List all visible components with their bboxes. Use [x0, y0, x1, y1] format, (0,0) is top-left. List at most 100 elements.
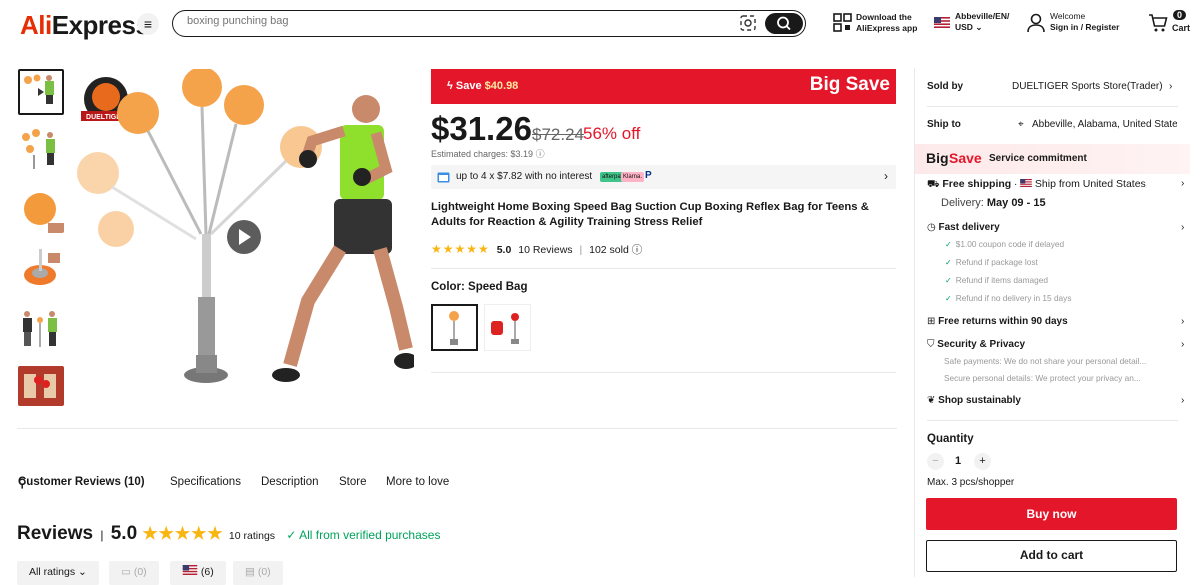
- tab-specifications[interactable]: Specifications: [170, 476, 241, 488]
- store-name[interactable]: DUELTIGER Sports Store(Trader): [1012, 81, 1163, 92]
- currency: USD: [955, 22, 973, 32]
- installment-banner[interactable]: up to 4 x $7.82 with no interest afterpa…: [431, 165, 896, 189]
- delivery-dates: May 09 - 15: [986, 197, 1046, 209]
- search-button[interactable]: [765, 13, 803, 34]
- divider: |: [579, 244, 583, 256]
- max-note: Max. 3 pcs/shopper: [927, 477, 1015, 488]
- filter-with-photos[interactable]: ▭ (0): [109, 561, 159, 585]
- divider: |: [100, 528, 104, 542]
- klarna-logo: Klarna.: [621, 172, 645, 182]
- sold-by-label: Sold by: [927, 81, 964, 92]
- main-product-image[interactable]: DUELTIGER: [76, 69, 414, 399]
- us-flag-icon: [182, 565, 198, 575]
- cart-count: 0: [1173, 10, 1187, 20]
- add-to-cart-button[interactable]: Add to cart: [926, 540, 1177, 572]
- big-label: Big: [926, 150, 949, 166]
- security-item: Safe payments: We do not share your pers…: [944, 356, 1147, 366]
- thumbnail-3[interactable]: [18, 187, 64, 233]
- installment-text: up to 4 x $7.82 with no interest: [456, 171, 593, 182]
- account-link[interactable]: Welcome Sign in / Register: [1027, 11, 1119, 33]
- star-rating-icons: ★★★★★: [142, 524, 224, 543]
- color-swatch-red[interactable]: [484, 304, 531, 351]
- divider: [927, 420, 1178, 421]
- aliexpress-logo[interactable]: AliExpress: [20, 10, 150, 41]
- reviews-header: Reviews | 5.0 ★★★★★ 10 ratings ✓ All fro…: [17, 523, 440, 545]
- calendar-icon: [437, 172, 450, 183]
- chevron-right-icon: ›: [1169, 81, 1173, 92]
- free-returns-row[interactable]: ⊞ Free returns within 90 days ›: [927, 316, 1187, 327]
- chevron-right-icon: ›: [1181, 339, 1185, 350]
- increase-quantity-button[interactable]: +: [974, 453, 991, 470]
- info-icon[interactable]: ⓘ: [536, 149, 545, 159]
- tab-store[interactable]: Store: [339, 476, 367, 488]
- save-prefix: Save: [455, 80, 482, 92]
- current-price: $31.26: [431, 110, 532, 147]
- search-input[interactable]: [187, 15, 727, 27]
- security-privacy: Security & Privacy: [937, 339, 1026, 350]
- user-icon: [1027, 13, 1045, 33]
- welcome-text: Welcome: [1050, 11, 1086, 21]
- tab-more-to-love[interactable]: More to love: [386, 476, 449, 488]
- dot: ·: [1014, 179, 1018, 190]
- quantity-input[interactable]: 1: [955, 455, 961, 467]
- thumbnail-6[interactable]: [18, 366, 64, 406]
- discount-percent: 56% off: [583, 124, 641, 143]
- download-line2: AliExpress app: [856, 23, 918, 33]
- info-icon[interactable]: ⓘ: [632, 244, 643, 256]
- security-item: Secure personal details: We protect your…: [944, 373, 1141, 383]
- check-icon: ✓: [945, 258, 952, 267]
- color-swatch-speed-bag[interactable]: [431, 304, 478, 351]
- search-icon: [777, 16, 791, 31]
- signin-link[interactable]: Sign in / Register: [1050, 22, 1119, 33]
- tab-description[interactable]: Description: [261, 476, 319, 488]
- thumbnail-2[interactable]: [18, 127, 64, 173]
- us-flag-icon: [934, 17, 950, 28]
- filter-us[interactable]: (6): [170, 561, 226, 585]
- cart-button[interactable]: 0 Cart: [1148, 10, 1192, 36]
- rating-row[interactable]: ★★★★★ 5.0 10 Reviews | 102 sold ⓘ: [431, 242, 642, 257]
- download-app-link[interactable]: Download the AliExpress app: [833, 11, 928, 35]
- thumbnail-1[interactable]: [18, 69, 64, 115]
- color-label: Color: Speed Bag: [431, 281, 528, 293]
- check-icon: ✓: [286, 528, 297, 542]
- ratings-count: 10 ratings: [228, 530, 276, 542]
- buy-now-button[interactable]: Buy now: [926, 498, 1177, 530]
- quantity-label: Quantity: [927, 433, 974, 445]
- image-icon: ▭: [121, 566, 131, 578]
- save-banner: ϟ Save $40.98 Big Save: [431, 69, 896, 104]
- free-returns: Free returns within 90 days: [938, 316, 1068, 327]
- free-shipping-row[interactable]: ⛟ Free shipping · Ship from United State…: [927, 178, 1187, 192]
- free-shipping: Free shipping: [942, 178, 1012, 190]
- chevron-right-icon: ›: [1181, 316, 1185, 327]
- menu-icon[interactable]: ≡: [137, 13, 159, 35]
- shop-sustainably-row[interactable]: ❦ Shop sustainably ›: [927, 395, 1187, 406]
- thumbnail-4[interactable]: [18, 245, 64, 291]
- qr-code-icon: [833, 13, 852, 32]
- clock-icon: ◷: [927, 222, 936, 233]
- thumbnail-5[interactable]: [18, 306, 64, 352]
- fast-delivery-row[interactable]: ◷ Fast delivery ›: [927, 222, 1187, 233]
- location-pin-icon: ⌖: [1018, 119, 1024, 130]
- delivery-label: Delivery:: [941, 197, 984, 209]
- fast-delivery-item: ✓ Refund if package lost: [945, 257, 1038, 267]
- image-search-icon[interactable]: [739, 14, 757, 32]
- filter-all-ratings[interactable]: All ratings ⌄: [17, 561, 99, 585]
- chevron-down-icon: ⌄: [975, 22, 983, 32]
- sold-by-row[interactable]: Sold by DUELTIGER Sports Store(Trader) ›: [927, 81, 1177, 92]
- service-commitment: Service commitment: [989, 153, 1087, 164]
- us-flag-icon: [1020, 179, 1032, 187]
- return-box-icon: ⊞: [927, 316, 936, 327]
- big-save-service-bar: Big Save Service commitment: [915, 144, 1190, 174]
- download-line1: Download the: [856, 12, 912, 22]
- ship-to-row[interactable]: Ship to ⌖ Abbeville, Alabama, United Sta…: [927, 119, 1177, 133]
- filter-additional[interactable]: ▤ (0): [233, 561, 283, 585]
- locale-selector[interactable]: Abbeville/EN/USD ⌄: [934, 11, 1009, 33]
- chevron-down-icon: ⌄: [78, 566, 87, 578]
- sold-count: 102 sold: [589, 244, 629, 256]
- check-icon: ✓: [945, 294, 952, 303]
- play-video-button[interactable]: [227, 220, 261, 254]
- charges-text: Estimated charges: $3.19: [431, 149, 534, 159]
- security-row[interactable]: ⛉ Security & Privacy ›: [927, 339, 1187, 350]
- reviews-count[interactable]: 10 Reviews: [518, 244, 572, 256]
- decrease-quantity-button[interactable]: −: [927, 453, 944, 470]
